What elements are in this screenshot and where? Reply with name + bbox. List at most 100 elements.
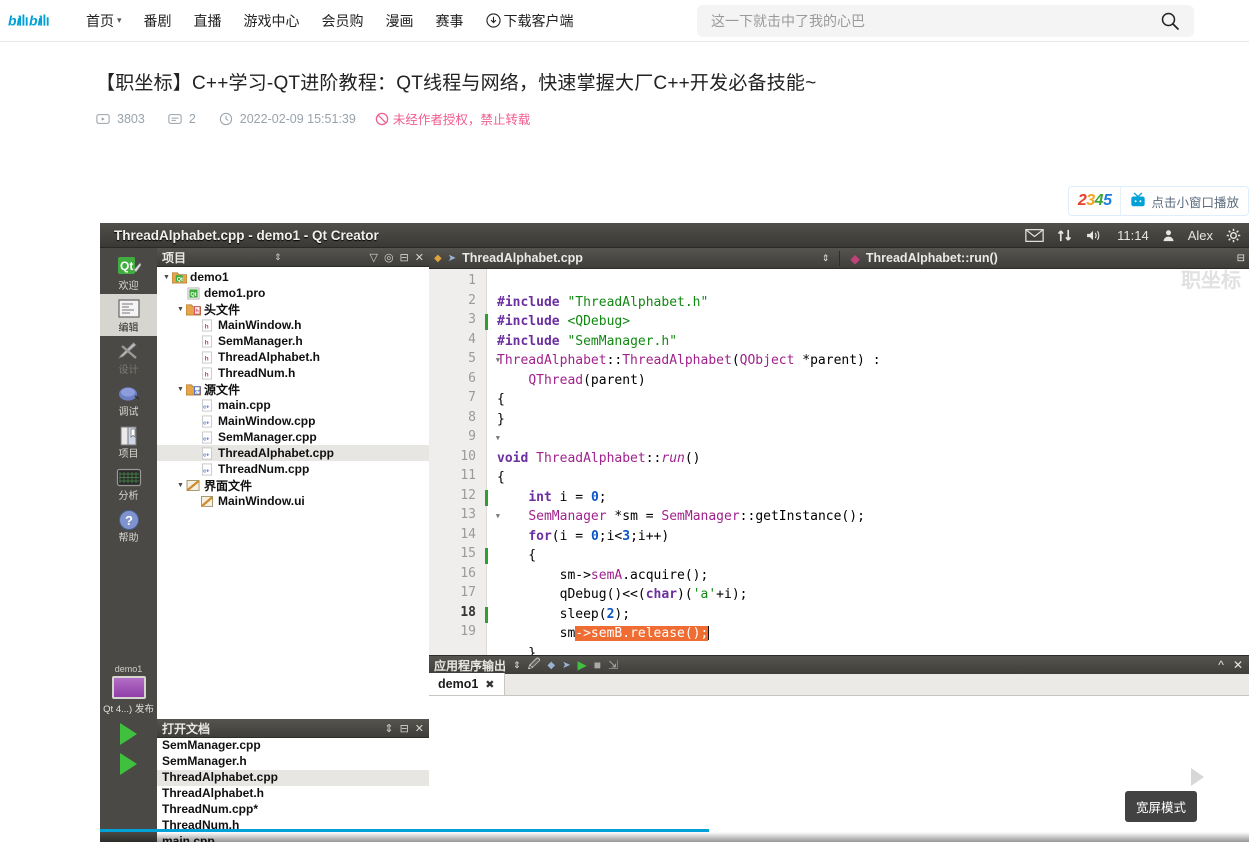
mode-debug[interactable]: 调试 — [100, 378, 157, 420]
open-document-item[interactable]: SemManager.h — [157, 754, 429, 770]
gear-icon[interactable] — [1226, 228, 1241, 243]
project-tree-item[interactable]: h ThreadNum.h — [157, 365, 429, 381]
output-filter-icon[interactable]: 🖉 — [528, 655, 541, 676]
nav-item-bangumi[interactable]: 番剧 — [144, 11, 172, 31]
project-tree[interactable]: ▼ Qt demo1 Qt demo1.pro ▼ h 头文件 h MainWindow.h h Se… — [157, 267, 429, 719]
project-tree-item[interactable]: ▼ 界面文件 — [157, 477, 429, 493]
volume-icon[interactable] — [1085, 229, 1104, 242]
file-combo-icon[interactable]: ⇕ — [822, 253, 830, 264]
svg-text:h: h — [205, 355, 209, 362]
mode-projects[interactable]: 项目 — [100, 420, 157, 462]
output-prev-icon[interactable]: ◆ — [547, 660, 555, 671]
project-tree-item[interactable]: h MainWindow.h — [157, 317, 429, 333]
output-attach-icon[interactable]: ⇲ — [608, 658, 618, 672]
split-icon[interactable]: ⊟ — [400, 722, 409, 735]
project-tree-item[interactable]: ▼ Qt demo1 — [157, 269, 429, 285]
svg-text:c+: c+ — [203, 468, 210, 474]
project-tree-item[interactable]: c+ ThreadNum.cpp — [157, 461, 429, 477]
code-editor[interactable]: 1 2 3 4 5 ▼ 6 7 8 9 ▼ 10 11 12 13 ▼ 14 15 16 17 18 19 #includ… — [429, 269, 1249, 655]
project-tree-item[interactable]: c+ SemManager.cpp — [157, 429, 429, 445]
open-document-item[interactable]: SemManager.cpp — [157, 738, 429, 754]
project-tree-label: SemManager.h — [218, 334, 303, 348]
project-tree-item[interactable]: ▼ c+ 源文件 — [157, 381, 429, 397]
project-tree-item[interactable]: Qt demo1.pro — [157, 285, 429, 301]
mode-edit[interactable]: 编辑 — [100, 294, 157, 336]
small-window-play-badge[interactable]: 2345 点击小窗口播放 — [1067, 186, 1249, 216]
nav-item-gamecenter[interactable]: 游戏中心 — [244, 11, 300, 31]
mail-icon[interactable] — [1025, 228, 1044, 242]
nav-item-esports[interactable]: 赛事 — [436, 11, 464, 31]
mode-help[interactable]: ? 帮助 — [100, 504, 157, 546]
maximize-icon[interactable]: ^ — [1218, 658, 1224, 672]
chevron-down-icon[interactable]: ▼ — [175, 482, 186, 489]
kit-selector[interactable]: demo1 Qt 4...) 发布 — [100, 664, 157, 775]
kit-label: Qt 4...) 发布 — [103, 704, 154, 715]
editor-watermark: 职坐标 — [1181, 269, 1241, 292]
project-tree-item[interactable]: MainWindow.ui — [157, 493, 429, 509]
nav-back-icon[interactable]: ◆ — [434, 253, 442, 264]
project-tree-item[interactable]: h SemManager.h — [157, 333, 429, 349]
project-tree-item[interactable]: ▼ h 头文件 — [157, 301, 429, 317]
chevron-updown-icon[interactable]: ⇕ — [384, 722, 393, 735]
system-clock[interactable]: 11:14 — [1117, 228, 1149, 243]
chevron-down-icon[interactable]: ▼ — [161, 274, 172, 281]
chevron-down-icon[interactable]: ▼ — [175, 306, 186, 313]
h-file-icon: h — [200, 335, 215, 348]
pro-file-icon: Qt — [186, 287, 201, 300]
open-docs-title: 打开文档 — [162, 721, 211, 736]
output-combo-icon[interactable]: ⇕ — [513, 660, 521, 671]
video-player[interactable]: ThreadAlphabet.cpp - demo1 - Qt Creator … — [100, 223, 1249, 842]
mode-welcome[interactable]: Qt 欢迎 — [100, 252, 157, 294]
search-input[interactable] — [711, 12, 1160, 29]
qt-body: Qt 欢迎 编辑 设计 调试 项目 分析 ? 帮助 demo1 Qt 4...)… — [100, 248, 1249, 842]
small-window-play-button[interactable]: 点击小窗口播放 — [1121, 192, 1248, 211]
nav-forward-icon[interactable]: ➤ — [448, 253, 456, 264]
split-icon[interactable]: ⊟ — [400, 251, 409, 264]
chevron-down-icon[interactable]: ▼ — [175, 386, 186, 393]
filter-icon[interactable]: ▽ — [369, 251, 377, 264]
open-document-item[interactable]: ThreadAlphabet.h — [157, 786, 429, 802]
line-number: 12 — [429, 488, 488, 508]
nav-item-live[interactable]: 直播 — [194, 11, 222, 31]
output-run-icon[interactable]: ▶ — [577, 658, 586, 672]
nav-item-home[interactable]: 首页 ▾ — [86, 11, 122, 31]
output-next-icon[interactable]: ➤ — [562, 660, 570, 671]
play-count: 3803 — [117, 111, 145, 126]
network-icon[interactable] — [1057, 229, 1072, 242]
project-tree-item[interactable]: c+ main.cpp — [157, 397, 429, 413]
dock-combo-icon[interactable]: ⇕ — [274, 252, 282, 263]
project-tree-item[interactable]: h ThreadAlphabet.h — [157, 349, 429, 365]
split-editor-icon[interactable]: ⊟ — [1237, 253, 1249, 264]
close-icon[interactable]: ✕ — [415, 251, 424, 264]
nav-item-download-client[interactable]: 下载客户端 — [485, 11, 574, 31]
user-name[interactable]: Alex — [1188, 228, 1213, 243]
output-tab-demo1[interactable]: demo1 ✖ — [429, 673, 505, 695]
nav-item-vipshop[interactable]: 会员购 — [322, 11, 364, 31]
output-stop-icon[interactable]: ■ — [594, 658, 601, 672]
output-pane-header: 应用程序输出 ⇕ 🖉 ◆ ➤ ▶ ■ ⇲ ^ ✕ — [429, 655, 1249, 674]
nav-item-manga[interactable]: 漫画 — [386, 11, 414, 31]
search-icon[interactable] — [1160, 11, 1180, 31]
editor-symbol[interactable]: ThreadAlphabet::run() — [866, 251, 998, 265]
project-tree-item[interactable]: c+ ThreadAlphabet.cpp — [157, 445, 429, 461]
mode-design[interactable]: 设计 — [100, 336, 157, 378]
debug-run-button[interactable] — [120, 753, 137, 775]
bilibili-logo[interactable]: bi bi — [8, 9, 64, 33]
link-icon[interactable]: ◎ — [384, 251, 394, 264]
mode-analyze[interactable]: 分析 — [100, 462, 157, 504]
open-document-item[interactable]: ThreadNum.cpp* — [157, 802, 429, 818]
close-icon[interactable]: ✖ — [485, 678, 494, 691]
close-icon[interactable]: ✕ — [1233, 658, 1243, 672]
danmaku-count-icon — [168, 111, 182, 126]
editor-file-name[interactable]: ThreadAlphabet.cpp — [462, 251, 583, 265]
open-document-item[interactable]: ThreadAlphabet.cpp — [157, 770, 429, 786]
open-documents-list[interactable]: SemManager.cpp SemManager.h ThreadAlphabet… — [157, 738, 429, 842]
project-tree-item[interactable]: c+ MainWindow.cpp — [157, 413, 429, 429]
close-icon[interactable]: ✕ — [415, 722, 424, 735]
editor-gutter[interactable]: 1 2 3 4 5 ▼ 6 7 8 9 ▼ 10 11 12 13 ▼ 14 15 16 17 18 19 — [429, 269, 500, 655]
search-box[interactable] — [697, 4, 1194, 37]
editor-code[interactable]: #include "ThreadAlphabet.h" #include <QDe… — [487, 269, 1249, 655]
svg-text:c+: c+ — [203, 404, 210, 410]
line-number: 15 — [429, 546, 488, 566]
run-button[interactable] — [120, 723, 137, 745]
